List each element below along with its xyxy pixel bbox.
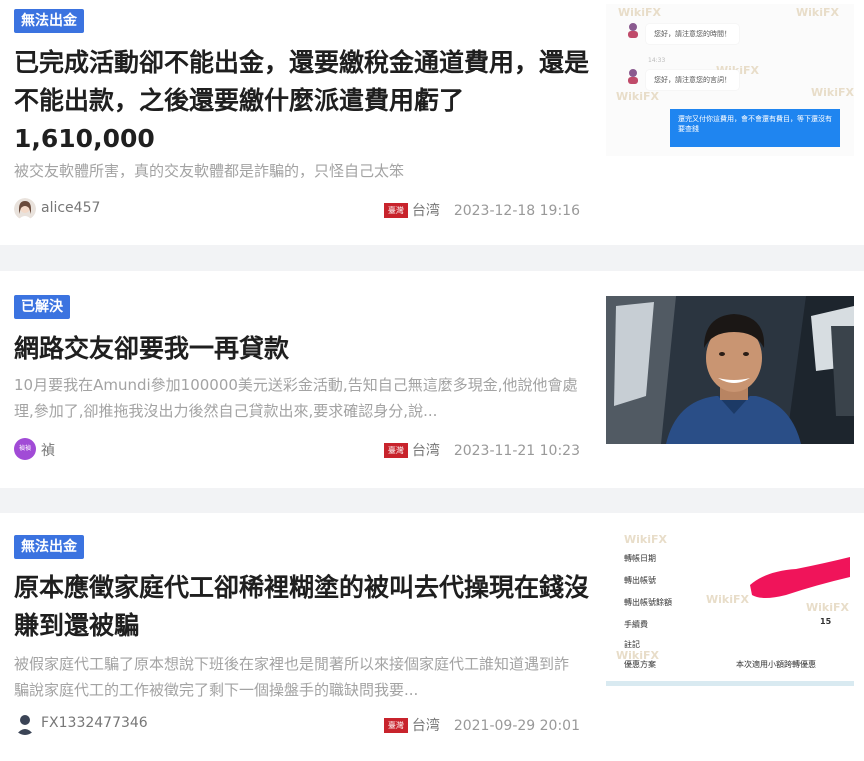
selfie-photo-thumbnail[interactable] [606,296,854,444]
post-meta: 禎禎 禎 臺灣 台湾 2023-11-21 10:23 [14,438,580,462]
watermark: WikiFX [706,593,749,606]
table-row-label: 優惠方案 [624,660,656,669]
watermark: WikiFX [624,533,667,546]
flag-icon: 臺灣 [383,443,408,458]
watermark: WikiFX [811,86,854,99]
author-name[interactable]: 禎 [41,440,55,460]
region-label: 台湾 [411,718,440,734]
table-row-label: 手續費 [624,620,648,629]
region-label: 台湾 [411,203,440,219]
post-meta: alice457 臺灣 台湾 2023-12-18 19:16 [14,198,580,222]
author-name[interactable]: alice457 [41,200,100,216]
redaction-scribble [750,557,850,598]
post-title[interactable]: 已完成活動卻不能出金，還要繳稅金通道費用，還是不能出款，之後還要繳什麼派遣費用虧… [14,44,589,158]
fee-value: 15 [820,617,832,626]
chat-time: 14:33 [648,57,666,64]
watermark: WikiFX [616,90,659,103]
watermark: WikiFX [796,6,839,19]
author-name[interactable]: FX1332477346 [41,715,148,731]
post-summary: 10月要我在Amundi參加100000美元送彩金活動,告知自己無這麼多現金,他… [14,376,578,420]
post-card[interactable]: 無法出金 已完成活動卻不能出金，還要繳稅金通道費用，還是不能出款，之後還要繳什麼… [0,0,864,245]
post-date: 2021-09-29 20:01 [453,718,580,734]
post-date: 2023-12-18 19:16 [453,203,580,219]
post-title[interactable]: 原本應徵家庭代工卻稀裡糊塗的被叫去代操現在錢沒賺到還被騙 [14,569,589,645]
post-date: 2023-11-21 10:23 [453,443,580,459]
watermark: WikiFX [618,6,661,19]
flag-icon: 臺灣 [383,203,408,218]
table-row-label: 轉出帳號餘額 [624,598,672,607]
avatar[interactable]: 禎禎 [14,438,36,460]
avatar[interactable] [14,198,36,220]
post-summary: 被交友軟體所害，真的交友軟體都是詐騙的，只怪自己太笨 [14,162,405,180]
chat-bubble-sent: 還完又付你這費用，會不會還有費目，等下還沒有要查錢 [670,109,840,147]
chat-bubble: 您好，請注意您的言詞！ [646,70,739,90]
user-avatar-icon [628,69,638,84]
promo-value: 本次適用小額跨轉優惠 [736,660,816,669]
table-row-label: 註記 [624,640,640,649]
post-summary: 被假家庭代工騙了原本想說下班後在家裡也是閒著所以來接個家庭代工誰知道遇到詐騙說家… [14,655,570,699]
table-row-label: 轉出帳號 [624,576,656,585]
person-photo [606,296,854,444]
divider [606,681,854,686]
post-meta: FX1332477346 臺灣 台湾 2021-09-29 20:01 [14,713,580,737]
post-title[interactable]: 網路交友卻要我一再貸款 [14,330,589,368]
chat-bubble: 您好，請注意您的時間！ [646,24,739,44]
status-tag[interactable]: 無法出金 [14,535,84,559]
status-tag[interactable]: 無法出金 [14,9,84,33]
bank-transfer-thumbnail[interactable]: WikiFX WikiFX WikiFX WikiFX 轉帳日期 轉出帳號 轉出… [606,531,854,686]
avatar[interactable] [14,713,36,735]
table-row-label: 轉帳日期 [624,554,656,563]
chat-screenshot-thumbnail[interactable]: WikiFX WikiFX WikiFX WikiFX WikiFX 您好，請注… [606,4,854,156]
region-label: 台湾 [411,443,440,459]
status-tag[interactable]: 已解決 [14,295,70,319]
post-card[interactable]: 無法出金 原本應徵家庭代工卻稀裡糊塗的被叫去代操現在錢沒賺到還被騙 被假家庭代工… [0,513,864,761]
user-avatar-icon [628,23,638,38]
flag-icon: 臺灣 [383,718,408,733]
